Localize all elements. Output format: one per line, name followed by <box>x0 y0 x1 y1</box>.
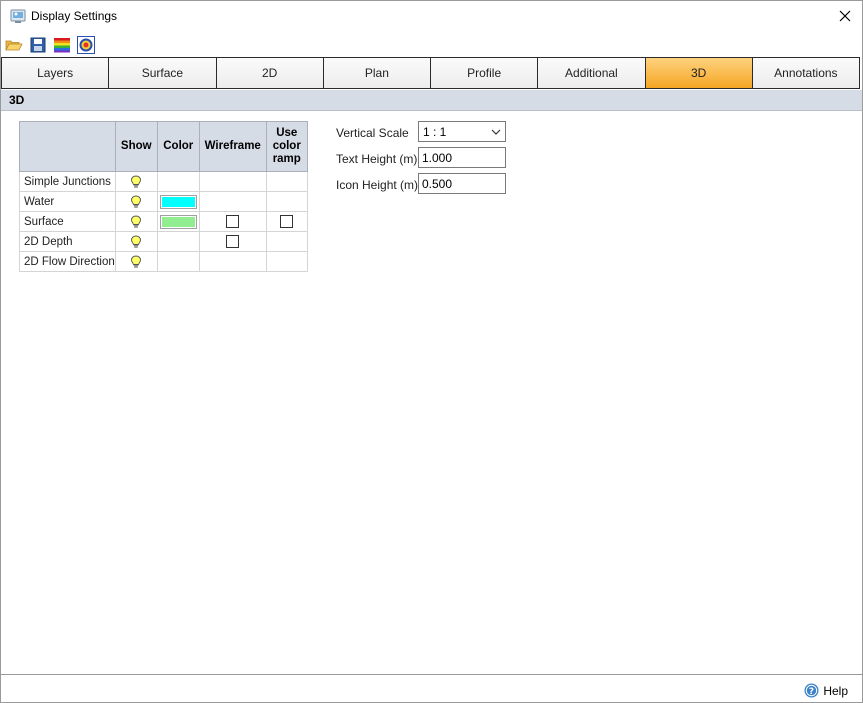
tab-profile[interactable]: Profile <box>431 58 539 88</box>
color-swatch[interactable] <box>159 194 197 209</box>
help-button[interactable]: ? Help <box>804 683 848 698</box>
row-label: Water <box>19 191 116 212</box>
window-title: Display Settings <box>31 9 118 23</box>
show-toggle[interactable] <box>114 231 158 252</box>
color-ramp-cell <box>265 231 308 252</box>
row-label: Simple Junctions <box>19 171 116 192</box>
save-button[interactable] <box>29 36 47 54</box>
vertical-scale-label: Vertical Scale <box>336 126 409 140</box>
header-blank <box>19 121 116 172</box>
color-ramp-cell <box>265 191 308 212</box>
show-toggle[interactable] <box>114 211 158 232</box>
wireframe-cell <box>198 211 267 232</box>
app-icon <box>10 9 26 23</box>
color-ramp-button[interactable] <box>53 36 71 54</box>
tab-plan[interactable]: Plan <box>323 58 431 88</box>
wireframe-cell <box>198 191 267 212</box>
lightbulb-icon <box>131 215 142 228</box>
section-title: 3D <box>1 90 862 111</box>
color-ramp-cell <box>265 251 308 272</box>
table-header-row: Show Color Wireframe Use color ramp <box>19 121 308 172</box>
close-button[interactable] <box>828 1 862 31</box>
color-cell <box>156 251 200 272</box>
color-ramp-cell <box>265 171 308 192</box>
lightbulb-icon <box>131 175 142 188</box>
tab-layers[interactable]: Layers <box>2 58 110 88</box>
palette-icon <box>77 36 95 54</box>
color-swatch[interactable] <box>159 214 197 229</box>
lightbulb-icon <box>131 255 142 268</box>
color-cell <box>156 171 200 192</box>
table-row: 2D Depth <box>19 231 308 252</box>
row-label: 2D Flow Direction <box>19 251 116 272</box>
help-label: Help <box>823 683 848 698</box>
tab-surface[interactable]: Surface <box>109 58 217 88</box>
save-icon <box>30 37 46 53</box>
lightbulb-icon <box>131 195 142 208</box>
lightbulb-icon <box>131 235 142 248</box>
wireframe-cell <box>198 251 267 272</box>
settings-panel: Show Color Wireframe Use color ramp Simp… <box>1 111 862 675</box>
tab-strip: Layers Surface 2D Plan Profile Additional 3D An… <box>1 57 860 89</box>
row-label: 2D Depth <box>19 231 116 252</box>
color-cell[interactable] <box>156 191 200 212</box>
text-height-input[interactable]: 1.000 <box>418 147 506 168</box>
help-icon: ? <box>804 683 819 698</box>
toolbar <box>1 34 862 56</box>
open-folder-icon <box>5 40 23 51</box>
tab-additional[interactable]: Additional <box>538 58 646 88</box>
color-ramp-icon <box>54 38 70 53</box>
wireframe-cell <box>198 171 267 192</box>
color-ramp-cell <box>265 211 308 232</box>
table-row: 2D Flow Direction <box>19 251 308 272</box>
icon-height-label: Icon Height (m) <box>336 178 419 192</box>
color-ramp-checkbox[interactable] <box>280 215 294 228</box>
show-toggle[interactable] <box>114 251 158 272</box>
text-height-label: Text Height (m) <box>336 152 418 166</box>
svg-text:?: ? <box>809 687 814 697</box>
icon-height-input[interactable]: 0.500 <box>418 173 506 194</box>
table-row: Water <box>19 191 308 212</box>
open-button[interactable] <box>5 36 23 54</box>
header-color: Color <box>156 121 200 172</box>
display-settings-window: Display Settings Layers Surface 2D Plan … <box>0 0 863 703</box>
status-bar: ? Help <box>1 676 862 702</box>
wireframe-checkbox[interactable] <box>226 235 240 248</box>
vertical-scale-select[interactable]: 1 : 1 <box>418 121 506 142</box>
table-row: Surface <box>19 211 308 232</box>
close-icon <box>839 10 851 22</box>
color-cell <box>156 231 200 252</box>
title-bar: Display Settings <box>1 1 862 32</box>
tab-2d[interactable]: 2D <box>216 58 324 88</box>
table-row: Simple Junctions <box>19 171 308 192</box>
header-show: Show <box>114 121 158 172</box>
tab-annotations[interactable]: Annotations <box>752 58 859 88</box>
wireframe-cell <box>198 231 267 252</box>
layers-table: Show Color Wireframe Use color ramp Simp… <box>19 121 308 272</box>
wireframe-checkbox[interactable] <box>226 215 240 228</box>
show-toggle[interactable] <box>114 191 158 212</box>
header-wireframe: Wireframe <box>198 121 267 172</box>
tab-3d[interactable]: 3D <box>645 58 753 88</box>
show-toggle[interactable] <box>114 171 158 192</box>
header-use-color-ramp: Use color ramp <box>265 121 308 172</box>
palette-button[interactable] <box>77 36 95 54</box>
chevron-down-icon <box>491 129 501 135</box>
color-cell[interactable] <box>156 211 200 232</box>
vertical-scale-value: 1 : 1 <box>423 124 447 139</box>
row-label: Surface <box>19 211 116 232</box>
